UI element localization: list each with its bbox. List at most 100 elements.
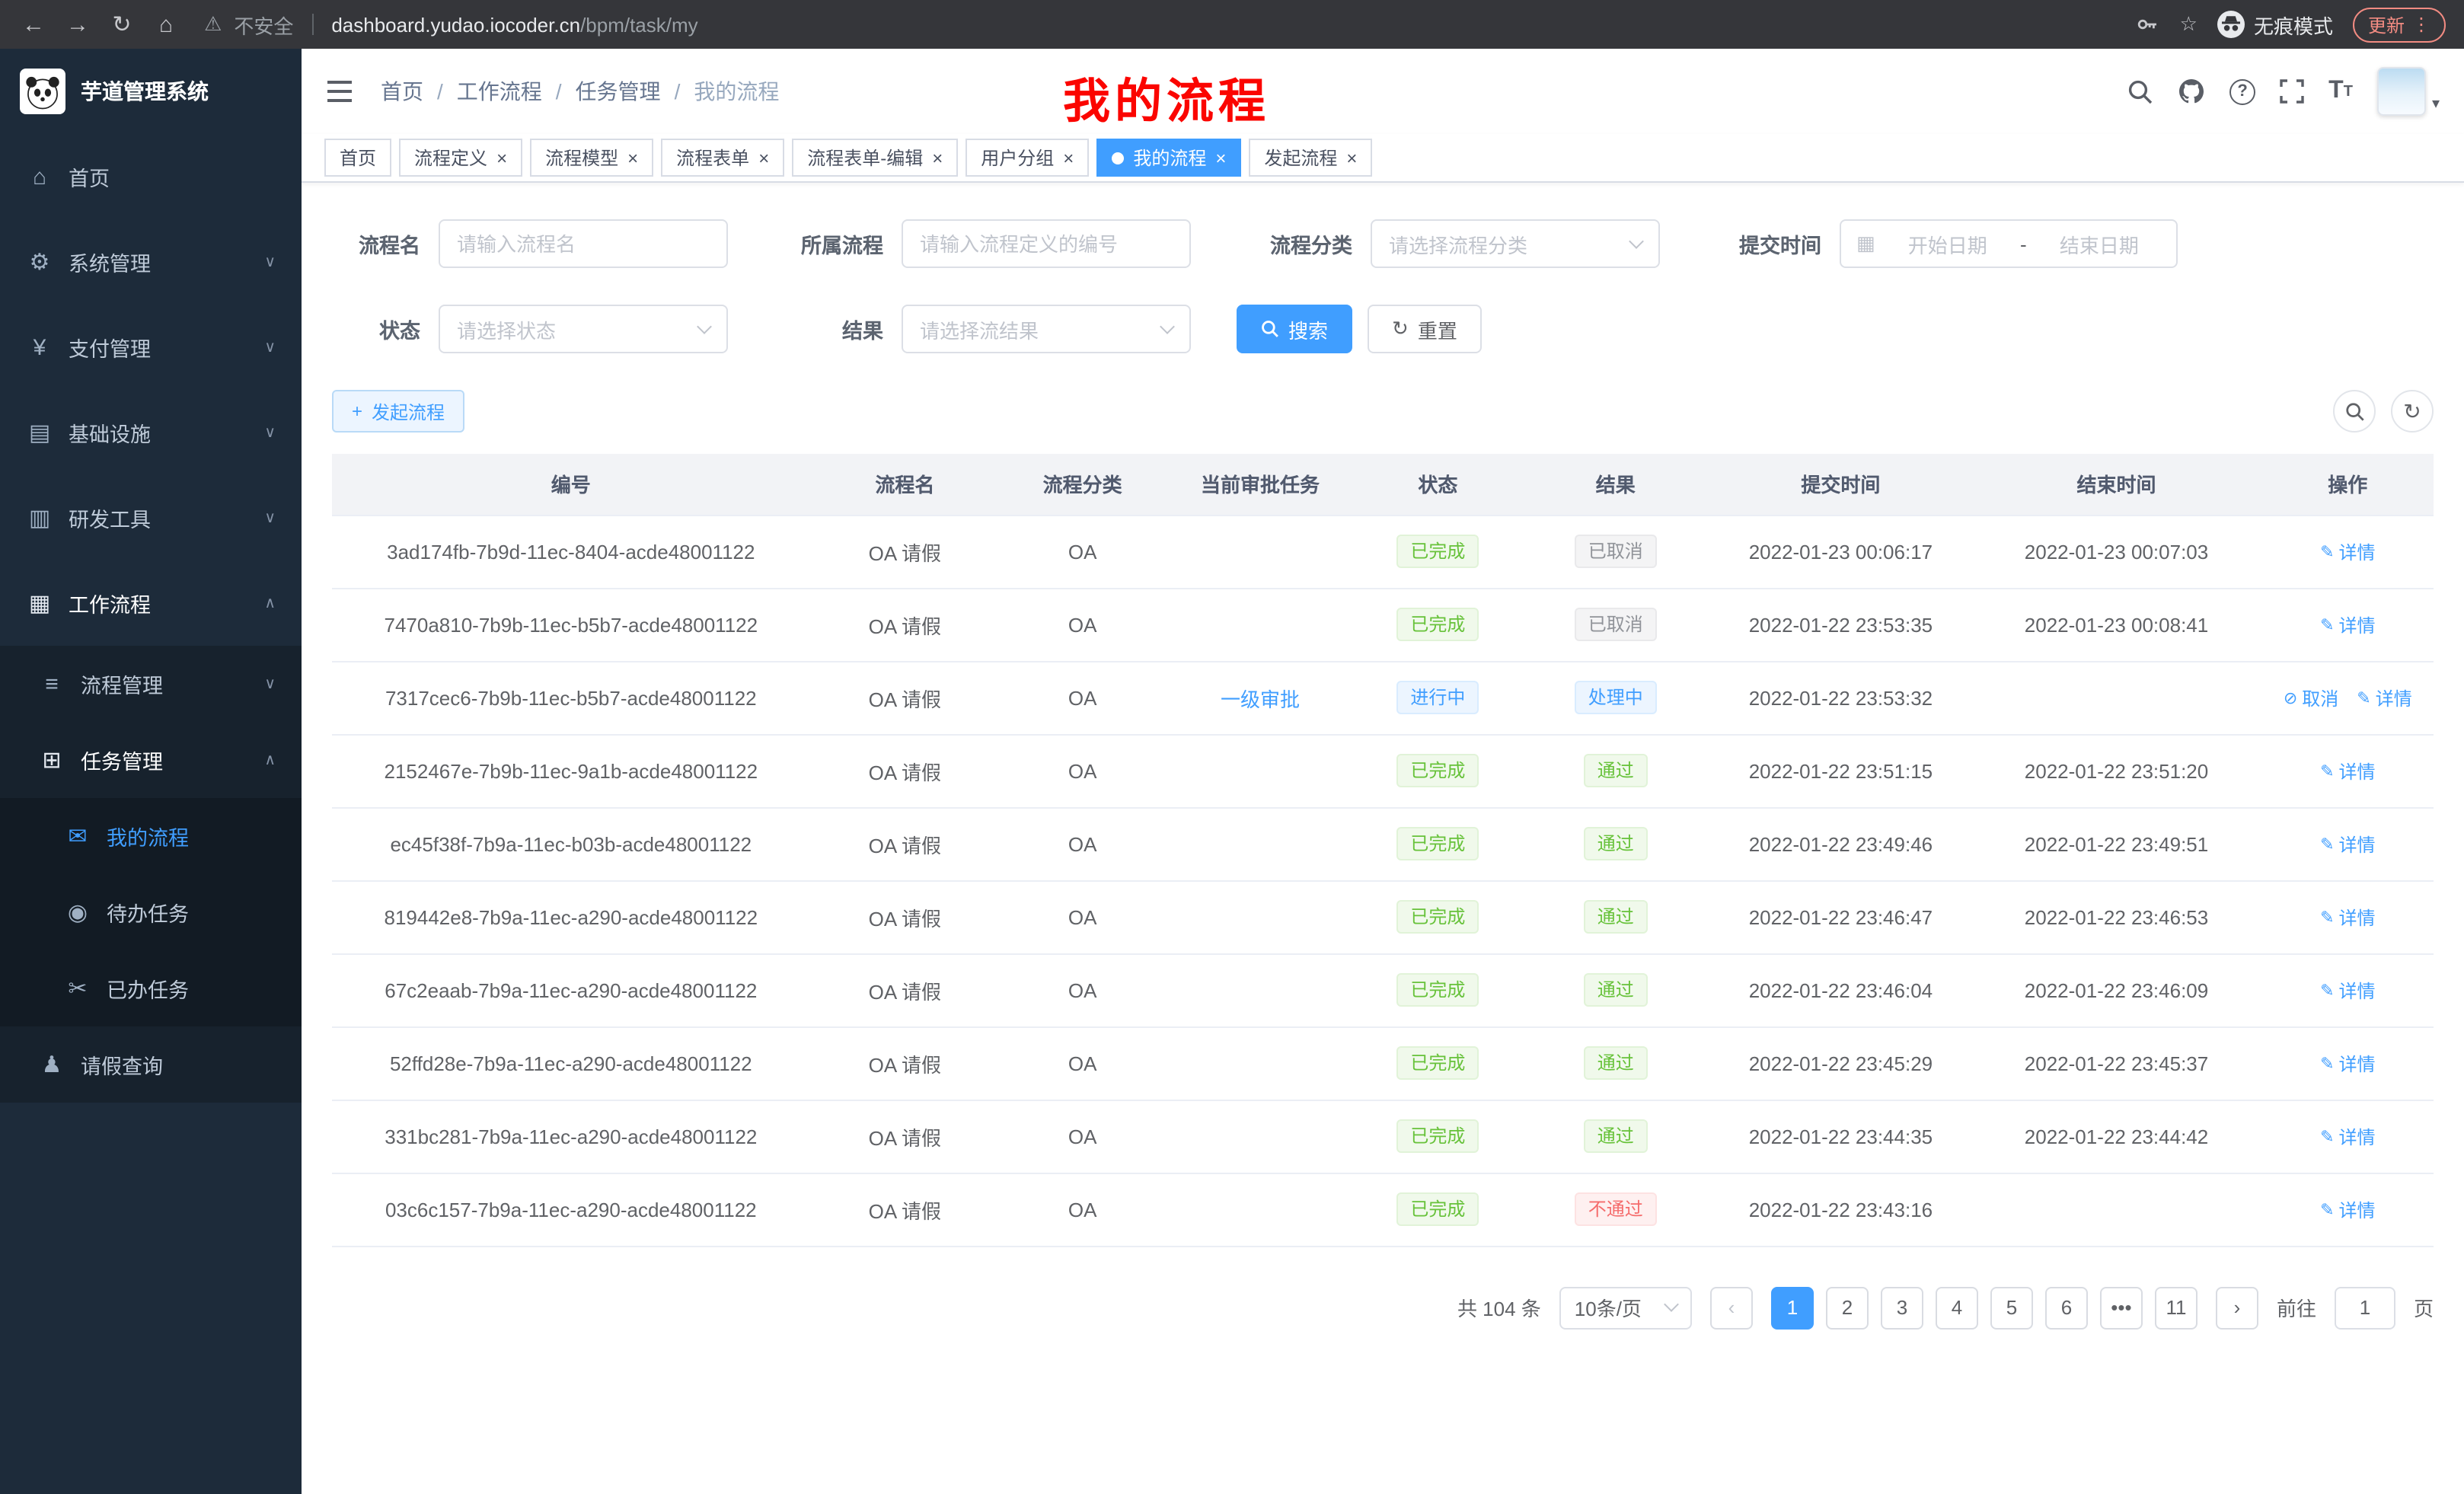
tab-7[interactable]: 发起流程× bbox=[1249, 139, 1372, 177]
reset-button[interactable]: ↻ 重置 bbox=[1368, 305, 1482, 353]
cell-end-time: 2022-01-22 23:46:53 bbox=[1971, 880, 2261, 953]
tab-5[interactable]: 用户分组 × bbox=[965, 139, 1089, 177]
next-page-button[interactable]: › bbox=[2216, 1286, 2258, 1329]
page-button-4[interactable]: 4 bbox=[1936, 1286, 1978, 1329]
detail-action-link[interactable]: ✎详情 bbox=[2320, 1196, 2375, 1222]
detail-action-link[interactable]: ✎详情 bbox=[2320, 611, 2375, 637]
bookmark-star-icon[interactable]: ☆ bbox=[2180, 12, 2197, 37]
app-logo[interactable]: 芋道管理系统 bbox=[0, 49, 302, 134]
address-bar[interactable]: ⚠ 不安全 dashboard.yudao.iocoder.cn/bpm/tas… bbox=[204, 10, 2113, 39]
tab-0[interactable]: 首页 bbox=[324, 139, 391, 177]
help-icon[interactable]: ? bbox=[2229, 78, 2255, 104]
tab-2[interactable]: 流程模型× bbox=[530, 139, 653, 177]
filter-row-1: 流程名 所属流程 流程分类 请选择流程分类 提交时间 bbox=[332, 219, 2434, 268]
tab-label: 用户分组 bbox=[981, 145, 1054, 171]
sidebar-item-task-management[interactable]: ⊞ 任务管理 ∧ bbox=[0, 722, 302, 798]
detail-action-link[interactable]: ✎详情 bbox=[2357, 685, 2411, 710]
detail-action-link[interactable]: ✎详情 bbox=[2320, 977, 2375, 1003]
tab-close-icon[interactable]: × bbox=[627, 148, 638, 167]
tab-close-icon[interactable]: × bbox=[932, 148, 943, 167]
tab-close-icon[interactable]: × bbox=[1346, 148, 1357, 167]
toggle-search-button[interactable] bbox=[2333, 390, 2376, 433]
tab-close-icon[interactable]: × bbox=[496, 148, 507, 167]
user-menu[interactable]: ▾ bbox=[2377, 67, 2440, 116]
cell-id: ec45f38f-7b9a-11ec-b03b-acde48001122 bbox=[332, 807, 810, 880]
avatar[interactable] bbox=[2377, 67, 2426, 116]
tab-1[interactable]: 流程定义× bbox=[399, 139, 522, 177]
detail-action-link[interactable]: ✎详情 bbox=[2320, 904, 2375, 930]
fullscreen-icon[interactable] bbox=[2280, 79, 2304, 104]
back-icon[interactable]: ← bbox=[18, 11, 49, 37]
password-key-icon[interactable] bbox=[2136, 12, 2160, 37]
sidebar-item-payment[interactable]: ¥ 支付管理 ∨ bbox=[0, 305, 302, 390]
update-label: 更新 bbox=[2368, 11, 2405, 37]
process-name-input[interactable] bbox=[439, 219, 728, 268]
page-button-2[interactable]: 2 bbox=[1826, 1286, 1869, 1329]
result-select[interactable]: 请选择流结果 bbox=[902, 305, 1191, 353]
detail-icon: ✎ bbox=[2320, 761, 2334, 781]
page-size-select[interactable]: 10条/页 bbox=[1559, 1286, 1692, 1329]
task-management-icon: ⊞ bbox=[38, 746, 65, 774]
cell-end-time: 2022-01-22 23:49:51 bbox=[1971, 807, 2261, 880]
start-process-button[interactable]: + 发起流程 bbox=[332, 390, 464, 433]
browser-update-button[interactable]: 更新 ⋮ bbox=[2353, 7, 2446, 42]
detail-action-link[interactable]: ✎详情 bbox=[2320, 538, 2375, 564]
sidebar-item-devtools[interactable]: ▥ 研发工具 ∨ bbox=[0, 475, 302, 560]
github-icon[interactable] bbox=[2178, 78, 2205, 105]
tab-close-icon[interactable]: × bbox=[758, 148, 769, 167]
browser-home-icon[interactable]: ⌂ bbox=[151, 11, 181, 37]
sidebar-item-todo-tasks[interactable]: ◉ 待办任务 bbox=[0, 874, 302, 950]
search-button[interactable]: 搜索 bbox=[1237, 305, 1352, 353]
breadcrumb-task-management[interactable]: 任务管理 bbox=[576, 76, 661, 107]
submit-time-range-picker[interactable]: ▦ 开始日期 - 结束日期 bbox=[1840, 219, 2178, 268]
font-size-icon[interactable]: TT bbox=[2328, 78, 2353, 105]
sidebar-item-my-process[interactable]: ✉ 我的流程 bbox=[0, 798, 302, 874]
tab-close-icon[interactable]: × bbox=[1215, 148, 1226, 167]
sidebar-item-workflow[interactable]: ▦ 工作流程 ∧ bbox=[0, 560, 302, 646]
user-caret-icon: ▾ bbox=[2432, 96, 2440, 113]
pagination-more[interactable]: ••• bbox=[2100, 1286, 2143, 1329]
breadcrumb-home[interactable]: 首页 bbox=[381, 76, 423, 107]
detail-action-link[interactable]: ✎详情 bbox=[2320, 758, 2375, 784]
page-button-1[interactable]: 1 bbox=[1771, 1286, 1814, 1329]
category-select[interactable]: 请选择流程分类 bbox=[1371, 219, 1660, 268]
refresh-table-button[interactable]: ↻ bbox=[2391, 390, 2434, 433]
page-button-3[interactable]: 3 bbox=[1881, 1286, 1923, 1329]
breadcrumb-workflow[interactable]: 工作流程 bbox=[457, 76, 542, 107]
status-select[interactable]: 请选择状态 bbox=[439, 305, 728, 353]
table-header-row: 编号流程名流程分类当前审批任务状态结果提交时间结束时间操作 bbox=[332, 454, 2434, 515]
sidebar-item-system[interactable]: ⚙ 系统管理 ∨ bbox=[0, 219, 302, 305]
sidebar-item-process-management[interactable]: ≡ 流程管理 ∨ bbox=[0, 646, 302, 722]
sidebar-collapse-icon[interactable] bbox=[326, 79, 353, 104]
page-button-5[interactable]: 5 bbox=[1990, 1286, 2033, 1329]
sidebar-item-infrastructure[interactable]: ▤ 基础设施 ∨ bbox=[0, 390, 302, 475]
browser-menu-dots-icon[interactable]: ⋮ bbox=[2412, 14, 2430, 35]
detail-action-link[interactable]: ✎详情 bbox=[2320, 831, 2375, 857]
detail-icon: ✎ bbox=[2320, 541, 2334, 561]
search-icon[interactable] bbox=[2127, 78, 2153, 104]
current-task-link[interactable]: 一级审批 bbox=[1221, 688, 1300, 710]
sidebar-item-leave-query[interactable]: ♟ 请假查询 bbox=[0, 1026, 302, 1103]
process-def-input[interactable] bbox=[902, 219, 1191, 268]
filter-status: 状态 请选择状态 bbox=[332, 305, 728, 353]
cell-result: 通过 bbox=[1521, 1100, 1710, 1173]
browser-right-controls: ☆ 无痕模式 更新 ⋮ bbox=[2136, 7, 2446, 42]
sidebar-item-home[interactable]: ⌂ 首页 bbox=[0, 134, 302, 219]
cell-id: 52ffd28e-7b9a-11ec-a290-acde48001122 bbox=[332, 1026, 810, 1100]
tab-4[interactable]: 流程表单-编辑× bbox=[792, 139, 958, 177]
detail-action-link[interactable]: ✎详情 bbox=[2320, 1050, 2375, 1076]
tab-3[interactable]: 流程表单× bbox=[661, 139, 784, 177]
goto-page-input[interactable] bbox=[2335, 1286, 2395, 1329]
page-button-11[interactable]: 11 bbox=[2155, 1286, 2197, 1329]
forward-icon[interactable]: → bbox=[62, 11, 93, 37]
prev-page-button[interactable]: ‹ bbox=[1710, 1286, 1753, 1329]
page-button-6[interactable]: 6 bbox=[2045, 1286, 2088, 1329]
cell-end-time: 2022-01-22 23:51:20 bbox=[1971, 734, 2261, 807]
sidebar-item-done-tasks[interactable]: ✂ 已办任务 bbox=[0, 950, 302, 1026]
cancel-action-link[interactable]: ⊘取消 bbox=[2284, 685, 2338, 710]
reload-icon[interactable]: ↻ bbox=[107, 11, 137, 38]
tab-close-icon[interactable]: × bbox=[1063, 148, 1074, 167]
cell-submit-time: 2022-01-22 23:45:29 bbox=[1710, 1026, 1971, 1100]
tab-6[interactable]: 我的流程× bbox=[1096, 139, 1241, 177]
detail-action-link[interactable]: ✎详情 bbox=[2320, 1123, 2375, 1149]
